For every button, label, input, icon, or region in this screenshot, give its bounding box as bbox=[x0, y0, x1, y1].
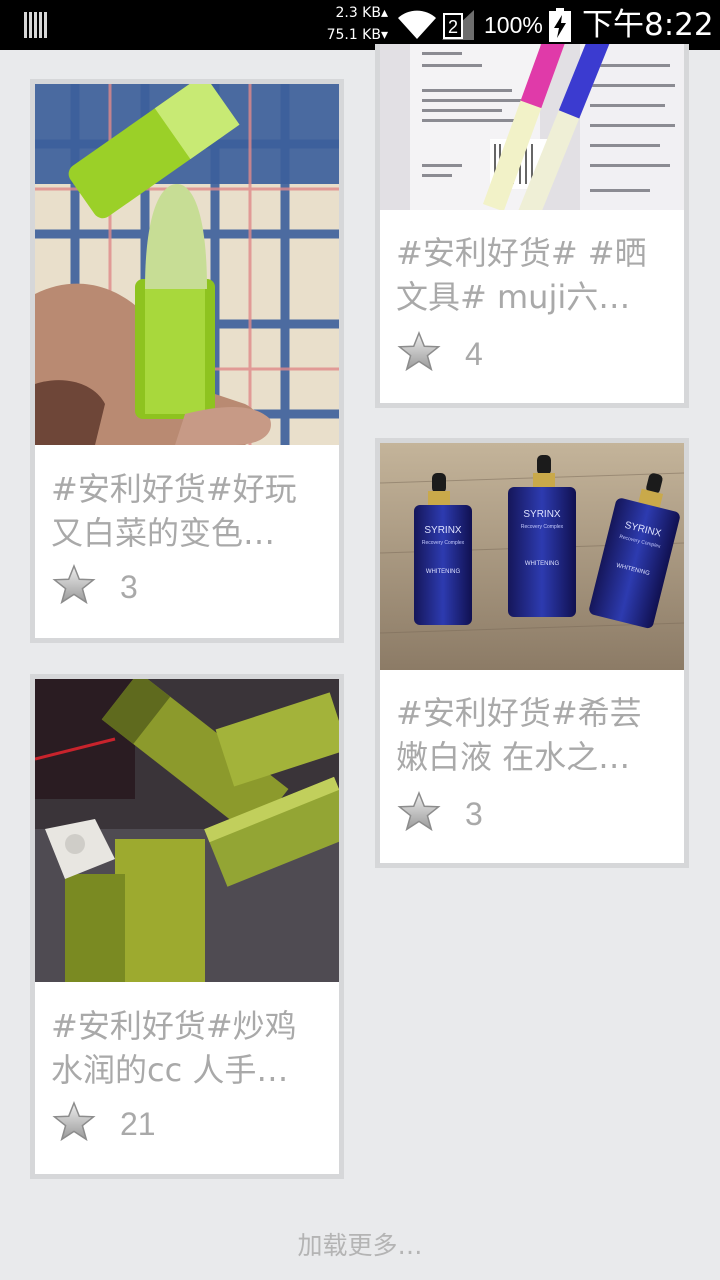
network-speed: 2.3 KB▴ 75.1 KB▾ bbox=[318, 2, 388, 46]
blue-serum-bottles-photo: SYRINX Recovery Complex WHITENING SYRINX… bbox=[380, 443, 684, 670]
bottle-label: WHITENING bbox=[426, 569, 461, 575]
bottle-label: Recovery Complex bbox=[422, 540, 465, 546]
receipt-and-pens-photo bbox=[380, 44, 684, 210]
like-count: 3 bbox=[120, 569, 138, 605]
bottle-label: WHITENING bbox=[525, 561, 560, 567]
post-image[interactable]: SYRINX Recovery Complex WHITENING SYRINX… bbox=[380, 443, 684, 670]
bottle-label: Recovery Complex bbox=[521, 524, 564, 530]
like-count: 21 bbox=[120, 1106, 156, 1142]
green-cc-cream-boxes-photo bbox=[35, 679, 339, 982]
notification-bars-icon bbox=[24, 12, 48, 38]
status-bar: 2.3 KB▴ 75.1 KB▾ 2 100% 下午8:22 bbox=[0, 0, 720, 50]
feed-card[interactable]: SYRINX Recovery Complex WHITENING SYRINX… bbox=[375, 438, 689, 868]
like-count: 3 bbox=[465, 796, 483, 832]
battery-charging-icon bbox=[549, 8, 571, 42]
star-icon[interactable] bbox=[52, 564, 96, 606]
battery-percent: 100% bbox=[484, 12, 543, 38]
bottle-label: SYRINX bbox=[523, 509, 561, 520]
bottle-label: SYRINX bbox=[424, 525, 462, 536]
post-title: #安利好货#炒鸡 水润的cc 人手… bbox=[51, 1007, 297, 1089]
like-count: 4 bbox=[465, 336, 483, 372]
post-title: #安利好货#希芸 嫩白液 在水之… bbox=[396, 694, 642, 776]
star-icon[interactable] bbox=[397, 331, 441, 373]
post-image[interactable] bbox=[35, 84, 339, 445]
download-speed: 75.1 KB▾ bbox=[326, 27, 388, 43]
post-image[interactable] bbox=[35, 679, 339, 982]
wifi-icon bbox=[398, 10, 436, 39]
sim-no-signal-icon: 2 bbox=[442, 10, 474, 40]
post-title: #安利好货# #晒 文具# muji六… bbox=[396, 234, 647, 316]
feed-card[interactable]: #安利好货#好玩 又白菜的变色… 3 bbox=[30, 79, 344, 643]
load-more-button[interactable]: 加载更多… bbox=[0, 1228, 720, 1264]
svg-text:2: 2 bbox=[448, 17, 458, 37]
green-lipstick-photo bbox=[35, 84, 339, 445]
post-title: #安利好货#好玩 又白菜的变色… bbox=[51, 470, 297, 552]
post-image[interactable] bbox=[380, 44, 684, 210]
star-icon[interactable] bbox=[397, 791, 441, 833]
star-icon[interactable] bbox=[52, 1101, 96, 1143]
upload-speed: 2.3 KB▴ bbox=[335, 5, 388, 21]
feed-card[interactable]: #安利好货# #晒 文具# muji六… 4 bbox=[375, 44, 689, 408]
clock: 下午8:22 bbox=[582, 7, 714, 43]
feed-card[interactable]: #安利好货#炒鸡 水润的cc 人手… 21 bbox=[30, 674, 344, 1179]
